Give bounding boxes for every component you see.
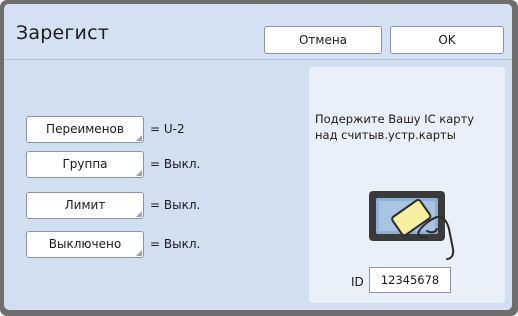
card-instruction-line-1: Подержите Вашу IC карту	[315, 112, 475, 126]
submenu-corner-icon	[136, 250, 142, 256]
limit-value: = Выкл.	[150, 198, 201, 212]
rename-button[interactable]: Переименов	[26, 116, 144, 143]
device-frame: Зарегист Отмена OK Переименов = U-2 Груп…	[0, 0, 518, 316]
disabled-value: = Выкл.	[150, 237, 201, 251]
rename-button-label: Переименов	[46, 122, 124, 136]
cancel-button-label: Отмена	[298, 33, 348, 47]
limit-button-label: Лимит	[64, 198, 106, 212]
disabled-button[interactable]: Выключено	[26, 231, 144, 258]
rename-value: = U-2	[150, 122, 185, 136]
ok-button[interactable]: OK	[390, 26, 504, 54]
register-screen: Зарегист Отмена OK Переименов = U-2 Груп…	[4, 4, 512, 310]
page-title: Зарегист	[16, 22, 110, 44]
group-value: = Выкл.	[150, 157, 201, 171]
ic-card-reader-icon	[369, 191, 455, 260]
ok-button-label: OK	[438, 33, 456, 47]
card-instruction-line-2: над считыв.устр.карты	[315, 128, 456, 142]
submenu-corner-icon	[136, 211, 142, 217]
id-label: ID	[351, 275, 364, 289]
id-field: 12345678	[369, 267, 451, 293]
submenu-corner-icon	[136, 170, 142, 176]
card-reader-panel: Подержите Вашу IC карту над считыв.устр.…	[309, 67, 505, 303]
card-instruction: Подержите Вашу IC карту над считыв.устр.…	[315, 111, 501, 143]
cancel-button[interactable]: Отмена	[264, 26, 382, 54]
group-button-label: Группа	[62, 157, 108, 171]
submenu-corner-icon	[136, 135, 142, 141]
disabled-button-label: Выключено	[48, 237, 122, 251]
group-button[interactable]: Группа	[26, 151, 144, 178]
limit-button[interactable]: Лимит	[26, 192, 144, 219]
header-bar: Зарегист Отмена OK	[4, 4, 512, 60]
